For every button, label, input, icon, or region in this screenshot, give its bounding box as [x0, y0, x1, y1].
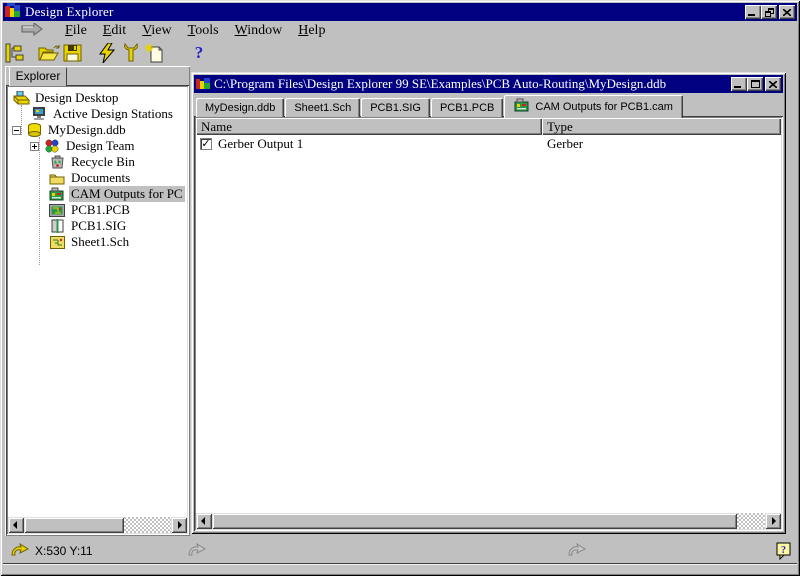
document-horizontal-scrollbar: [196, 513, 781, 529]
document-icon: [196, 76, 210, 93]
tree-item-documents[interactable]: Documents: [8, 170, 187, 186]
options-wrench-icon[interactable]: [119, 42, 143, 64]
toolbar: ?: [3, 41, 797, 65]
menu-bar: File Edit View Tools Window Help: [3, 21, 797, 41]
tree-item-sheet1-sch[interactable]: Sheet1.Sch: [8, 234, 187, 250]
doc-close-button[interactable]: [765, 77, 781, 91]
table-header: Name Type: [196, 118, 781, 135]
tree-horizontal-scrollbar: [8, 517, 187, 533]
scroll-left-button[interactable]: [8, 517, 24, 533]
design-tree: Design Desktop Active Design Stations: [6, 85, 189, 535]
menu-file[interactable]: File: [57, 22, 95, 40]
menu-tools[interactable]: Tools: [180, 22, 227, 40]
close-button[interactable]: [779, 5, 795, 19]
tree-item-recycle-bin[interactable]: Recycle Bin: [8, 154, 187, 170]
design-team-icon: [43, 139, 61, 154]
jump-arrow-icon-inactive[interactable]: [188, 543, 206, 560]
recycle-bin-icon: [48, 155, 66, 170]
output-type: Gerber: [542, 136, 781, 152]
signal-doc-icon: [48, 219, 66, 234]
help-icon[interactable]: ?: [187, 42, 211, 64]
menu-arrow-icon[interactable]: [21, 23, 43, 40]
run-lightning-icon[interactable]: [95, 42, 119, 64]
expand-expander[interactable]: [30, 142, 39, 151]
tab-cam-outputs[interactable]: CAM Outputs for PCB1.cam: [504, 95, 683, 118]
cam-outputs-icon: [48, 187, 66, 202]
database-icon: [25, 123, 43, 138]
column-header-name[interactable]: Name: [196, 118, 542, 135]
document-window: C:\Program Files\Design Explorer 99 SE\E…: [191, 72, 786, 534]
pcb-icon: [48, 203, 66, 218]
tree-item-mydesign-ddb[interactable]: MyDesign.ddb: [8, 122, 187, 138]
open-document-icon[interactable]: [37, 42, 61, 64]
scroll-thumb[interactable]: [212, 513, 737, 529]
document-tabs: MyDesign.ddb Sheet1.Sch PCB1.SIG PCB1.PC…: [194, 93, 783, 117]
minimize-button[interactable]: [745, 5, 761, 19]
tab-mydesign-ddb[interactable]: MyDesign.ddb: [196, 98, 284, 117]
tree-item-design-team[interactable]: Design Team: [8, 138, 187, 154]
tab-pcb1-pcb[interactable]: PCB1.PCB: [431, 98, 503, 117]
row-checkbox[interactable]: ✓: [200, 138, 212, 150]
doc-minimize-button[interactable]: [731, 77, 747, 91]
schematic-icon: [48, 235, 66, 250]
explorer-panel: Explorer Design Desktop: [5, 66, 190, 536]
title-bar: Design Explorer: [3, 3, 797, 21]
svg-text:?: ?: [781, 545, 786, 556]
tree-item-cam-outputs[interactable]: CAM Outputs for PC: [8, 186, 187, 202]
jump-arrow-icon[interactable]: [11, 543, 29, 560]
tree-item-pcb1-sig[interactable]: PCB1.SIG: [8, 218, 187, 234]
tree-item-pcb1-pcb[interactable]: PCB1.PCB: [8, 202, 187, 218]
column-header-type[interactable]: Type: [542, 118, 781, 135]
help-bubble-icon[interactable]: ?: [776, 542, 791, 564]
window-title: Design Explorer: [25, 4, 114, 20]
menu-help[interactable]: Help: [290, 22, 333, 40]
menu-edit[interactable]: Edit: [95, 22, 134, 40]
tab-explorer[interactable]: Explorer: [9, 66, 67, 86]
explorer-toggle-icon[interactable]: [3, 42, 27, 64]
save-document-icon[interactable]: [61, 42, 85, 64]
menu-window[interactable]: Window: [227, 22, 291, 40]
collapse-expander[interactable]: [12, 126, 21, 135]
scroll-track[interactable]: [737, 513, 765, 529]
scroll-track[interactable]: [124, 517, 171, 533]
doc-maximize-button[interactable]: [747, 77, 763, 91]
menu-view[interactable]: View: [134, 22, 180, 40]
bottom-status-strip: [3, 563, 797, 573]
tree-item-active-design-stations[interactable]: Active Design Stations: [8, 106, 187, 122]
scroll-left-button[interactable]: [196, 513, 212, 529]
folder-icon: [48, 171, 66, 186]
design-desktop-icon: [12, 91, 30, 106]
tab-sheet1-sch[interactable]: Sheet1.Sch: [285, 98, 360, 117]
restore-button[interactable]: [761, 5, 777, 19]
design-explorer-window: Design Explorer File Edit View Tools Win…: [0, 0, 800, 576]
scroll-right-button[interactable]: [765, 513, 781, 529]
document-title-bar: C:\Program Files\Design Explorer 99 SE\E…: [194, 75, 783, 93]
cursor-coordinates: X:530 Y:11: [35, 544, 93, 558]
table-body: ✓ Gerber Output 1 Gerber: [196, 135, 781, 513]
jump-arrow-icon-inactive[interactable]: [568, 543, 586, 560]
tree-item-design-desktop[interactable]: Design Desktop: [8, 90, 187, 106]
status-bar: X:530 Y:11 ?: [3, 539, 797, 563]
new-document-icon[interactable]: [143, 42, 167, 64]
tab-pcb1-sig[interactable]: PCB1.SIG: [361, 98, 430, 117]
design-station-icon: [30, 107, 48, 122]
table-row[interactable]: ✓ Gerber Output 1 Gerber: [196, 135, 781, 152]
output-name: Gerber Output 1: [218, 136, 303, 152]
client-area: Explorer Design Desktop: [3, 65, 797, 539]
document-title: C:\Program Files\Design Explorer 99 SE\E…: [214, 76, 666, 92]
app-icon: [5, 3, 21, 22]
cam-outputs-view: Name Type ✓ Gerber Output 1 Gerber: [194, 116, 783, 531]
scroll-right-button[interactable]: [171, 517, 187, 533]
cam-tab-icon: [514, 98, 530, 115]
scroll-thumb[interactable]: [24, 517, 124, 533]
